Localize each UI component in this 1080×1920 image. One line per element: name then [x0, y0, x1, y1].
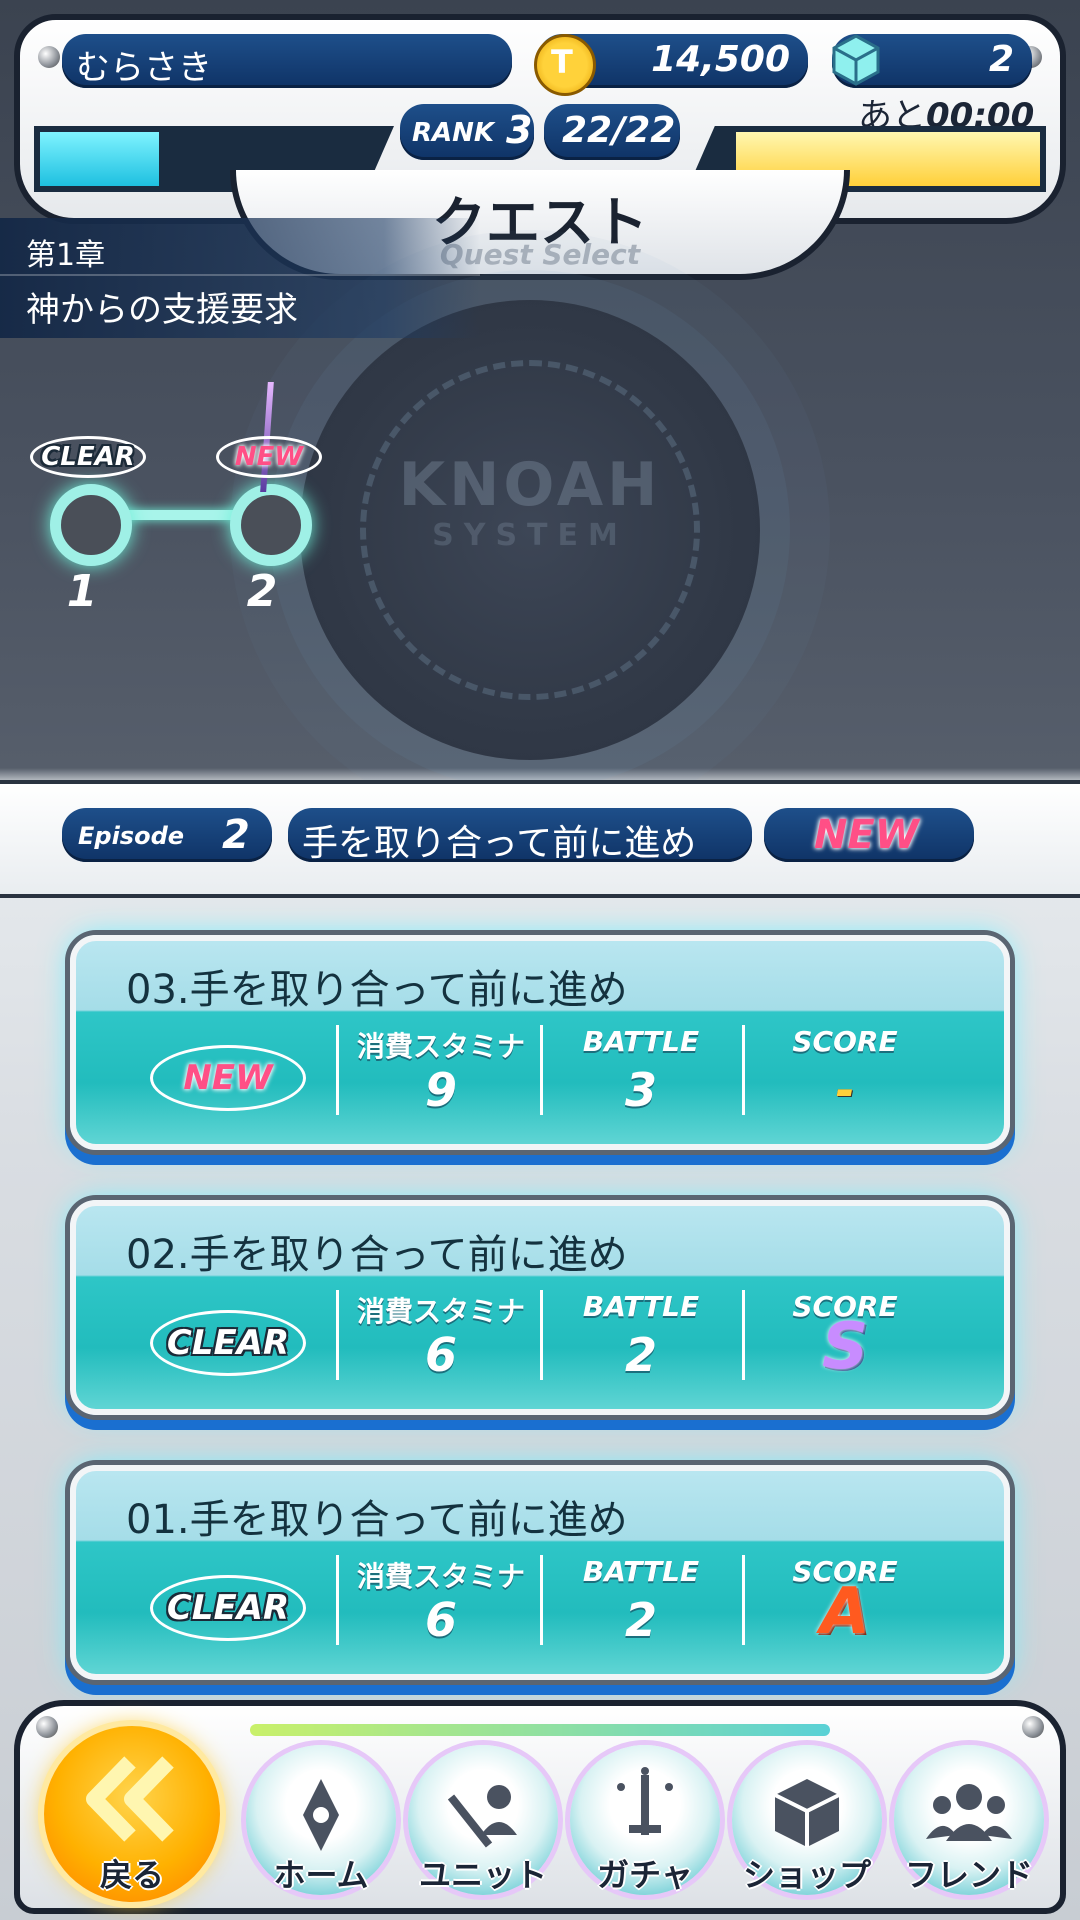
column-divider [742, 1290, 745, 1380]
quest-node-2[interactable] [230, 484, 312, 566]
node-2-badge: NEW [216, 436, 322, 478]
nav-glow-strip [250, 1724, 830, 1736]
nav-gacha-label: ガチャ [597, 1856, 693, 1894]
home-icon [303, 1779, 339, 1851]
knoah-emblem: KNOAH SYSTEM [300, 300, 760, 760]
battle-count: 3 [624, 1063, 657, 1117]
gacha-icon [617, 1767, 673, 1835]
gem-cube-icon [828, 32, 884, 88]
back-label: 戻る [99, 1856, 164, 1894]
battle-label: BATTLE [582, 1290, 700, 1323]
node-1-number: 1 [66, 566, 98, 617]
score-label: SCORE [792, 1025, 898, 1058]
node-1-badge: CLEAR [30, 436, 146, 478]
chapter-bar: 第1章 神からの支援要求 [0, 218, 480, 338]
nav-home-label: ホーム [273, 1856, 369, 1894]
column-divider [742, 1025, 745, 1115]
stamina-cost-label: 消費スタミナ [356, 1295, 525, 1328]
stamina-cost-value: 9 [424, 1063, 457, 1117]
rank-label: RANK [412, 118, 495, 148]
bolt-decoration [36, 1716, 58, 1738]
coin-icon: T [534, 34, 596, 96]
episode-number: 2 [222, 812, 250, 858]
stamina-count: 22/22 [562, 110, 676, 151]
node-2-number: 2 [246, 566, 278, 617]
score-grade: A [820, 1575, 870, 1649]
score-grade: - [835, 1063, 855, 1117]
emblem-text-1: KNOAH [398, 450, 662, 520]
quest-card[interactable]: 01.手を取り合って前に進め CLEAR 消費スタミナ 6 BATTLE 2 SCORE A [70, 1465, 1010, 1680]
episode-number-plate: Episode 2 [62, 808, 272, 862]
episode-new-plate: NEW [764, 808, 974, 862]
quest-card[interactable]: 02.手を取り合って前に進め CLEAR 消費スタミナ 6 BATTLE 2 SCORE S [70, 1200, 1010, 1415]
quest-status-badge: CLEAR [150, 1310, 306, 1376]
battle-label: BATTLE [582, 1555, 700, 1588]
stamina-cost-label: 消費スタミナ [356, 1030, 525, 1063]
bolt-decoration [1022, 1716, 1044, 1738]
stamina-cost-value: 6 [424, 1593, 457, 1647]
column-divider [540, 1555, 543, 1645]
episode-title-plate: 手を取り合って前に進め [288, 808, 752, 864]
quest-title: 01.手を取り合って前に進め [126, 1497, 628, 1543]
shop-icon [774, 1779, 840, 1847]
nav-unit-label: ユニット [418, 1856, 547, 1894]
score-grade: S [821, 1310, 869, 1384]
episode-label: Episode [78, 822, 185, 850]
column-divider [336, 1290, 339, 1380]
stamina-count-display: 22/22 [544, 104, 680, 160]
chapter-name: 神からの支援要求 [26, 290, 298, 330]
column-divider [540, 1290, 543, 1380]
friend-icon [926, 1784, 1012, 1841]
player-name-plate[interactable]: むらさき [62, 34, 512, 88]
stamina-cost-value: 6 [424, 1328, 457, 1382]
player-name: むらさき [76, 48, 212, 88]
quest-card[interactable]: 03.手を取り合って前に進め NEW 消費スタミナ 9 BATTLE 3 SCORE - [70, 935, 1010, 1150]
rank-value: 3 [506, 108, 533, 152]
column-divider [540, 1025, 543, 1115]
column-divider [336, 1025, 339, 1115]
battle-count: 2 [624, 1328, 657, 1382]
bolt-decoration [38, 46, 60, 68]
quest-node-1[interactable] [50, 484, 132, 566]
back-chevrons-icon [86, 1756, 174, 1842]
episode-title: 手を取り合って前に進め [302, 823, 697, 864]
stamina-cost-label: 消費スタミナ [356, 1560, 525, 1593]
battle-label: BATTLE [582, 1025, 700, 1058]
nav-friend-label: フレンド [904, 1856, 1033, 1894]
nav-shop-label: ショップ [742, 1856, 871, 1894]
gem-count: 2 [988, 39, 1014, 80]
coin-count: 14,500 [651, 39, 790, 80]
quest-title: 03.手を取り合って前に進め [126, 967, 628, 1013]
chapter-label: 第1章 [26, 238, 106, 273]
battle-count: 2 [624, 1593, 657, 1647]
episode-new-badge: NEW [814, 812, 919, 858]
emblem-text-2: SYSTEM [432, 518, 628, 553]
quest-status-badge: CLEAR [150, 1575, 306, 1641]
unit-icon [447, 1785, 517, 1848]
column-divider [742, 1555, 745, 1645]
rank-display: RANK 3 [400, 104, 534, 160]
column-divider [336, 1555, 339, 1645]
quest-status-badge: NEW [150, 1045, 306, 1111]
quest-title: 02.手を取り合って前に進め [126, 1232, 628, 1278]
